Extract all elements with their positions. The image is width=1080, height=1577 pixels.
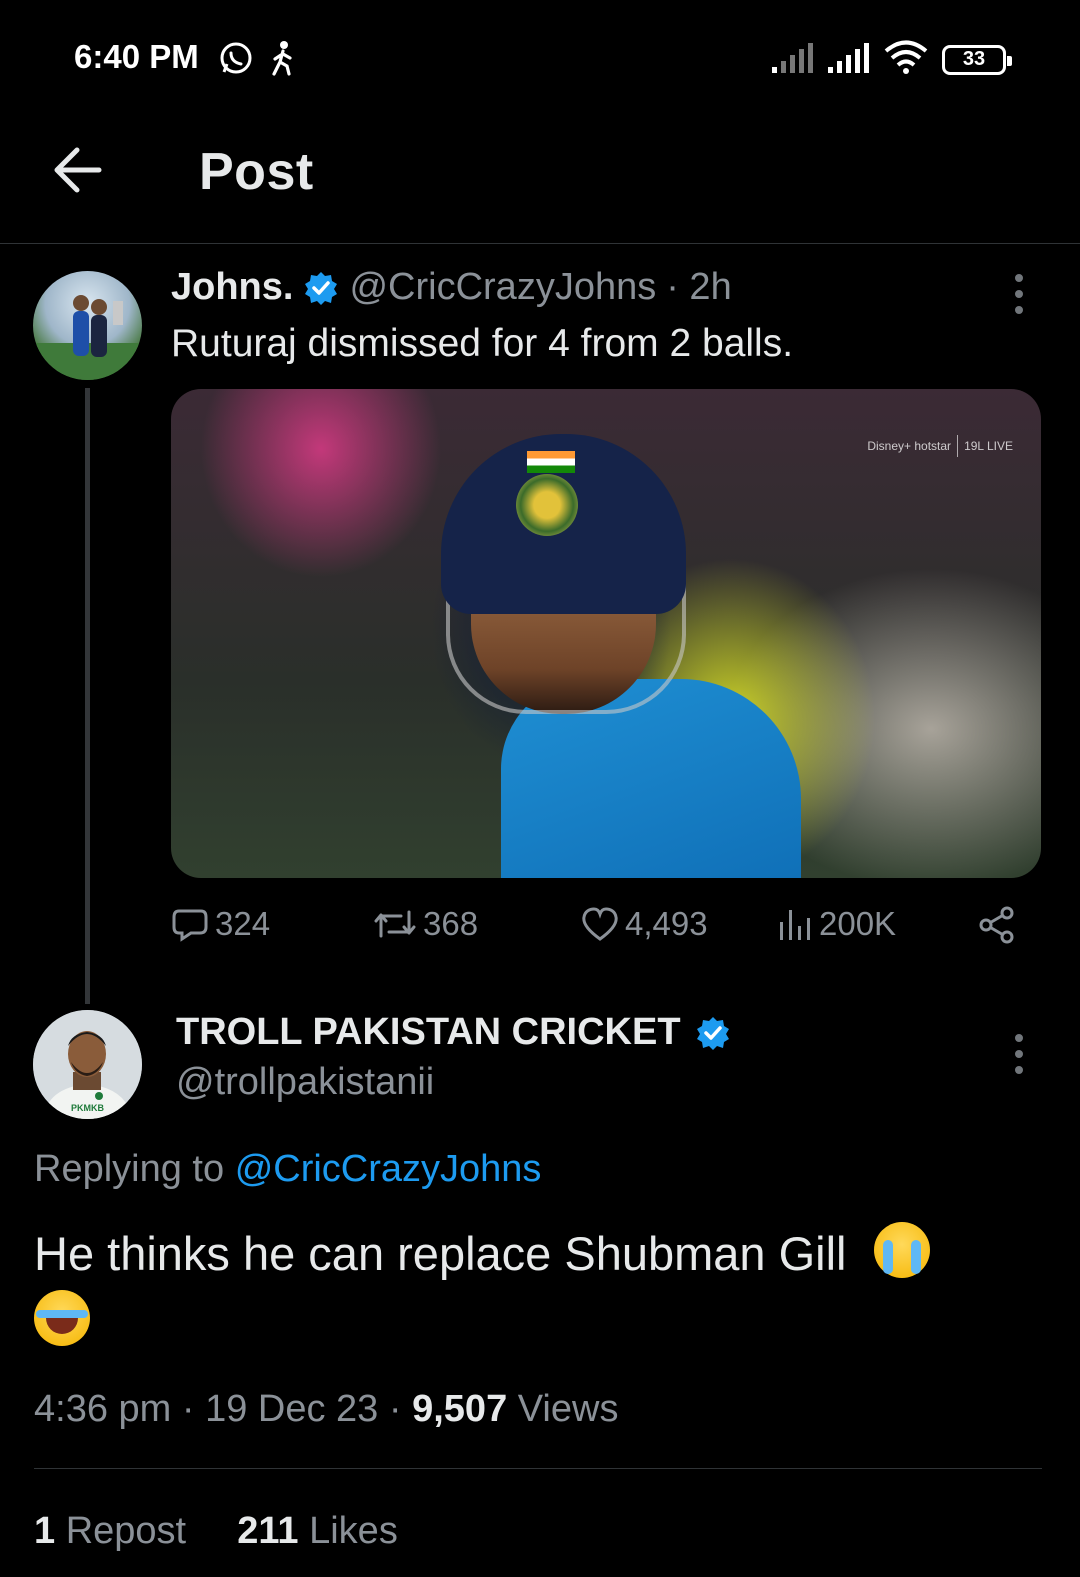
verified-badge-icon (303, 270, 339, 306)
page-title: Post (199, 143, 314, 201)
status-left-icons (218, 40, 296, 81)
post-time: 4:36 pm (34, 1388, 172, 1430)
like-button[interactable]: 4,493 (581, 905, 708, 943)
views-chart-icon (780, 910, 810, 940)
separator-dot: · (388, 1388, 413, 1430)
views-label: Views (517, 1388, 619, 1430)
author-handle: @CricCrazyJohns (349, 266, 657, 308)
tweet-time: · 2h (666, 266, 732, 308)
loudly-crying-face-icon (873, 1222, 930, 1278)
reply-author[interactable]: TROLL PAKISTAN CRICKET (176, 1011, 741, 1054)
more-options-icon[interactable] (1012, 1034, 1026, 1074)
likes-stat[interactable]: 211 Likes (237, 1510, 398, 1552)
like-count: 4,493 (625, 905, 708, 942)
replying-to: Replying to @CricCrazyJohns (34, 1148, 541, 1191)
replying-prefix: Replying to (34, 1148, 225, 1190)
likes-count: 211 (237, 1510, 299, 1552)
back-button[interactable] (50, 142, 106, 198)
signal-icon (828, 41, 870, 78)
avatar[interactable] (33, 271, 142, 380)
bcci-badge-icon (516, 474, 578, 536)
mention-link[interactable]: @CricCrazyJohns (235, 1148, 542, 1190)
avatar-jersey-text: PKMKB (71, 1103, 104, 1113)
separator-dot: · (181, 1388, 206, 1430)
reply-count: 324 (215, 905, 271, 942)
tweet-author[interactable]: Johns. @CricCrazyJohns · 2h (171, 266, 732, 309)
likes-label: Likes (309, 1510, 398, 1552)
reposts-count: 1 (34, 1510, 56, 1552)
whatsapp-icon (218, 40, 254, 81)
walking-icon (270, 40, 296, 81)
views-button[interactable]: 200K (777, 905, 896, 943)
comment-icon (172, 909, 208, 942)
watermark-divider (957, 435, 959, 457)
reposts-label: Repost (65, 1510, 187, 1552)
post-date: 19 Dec 23 (205, 1388, 379, 1430)
thread-line (85, 388, 90, 1004)
reply-text: He thinks he can replace Shubman Gill (34, 1227, 847, 1280)
page-header: Post (0, 120, 1080, 244)
wifi-icon (884, 40, 928, 79)
repost-button[interactable]: 368 (373, 905, 478, 943)
author-name: Johns. (171, 266, 294, 308)
tweet-actions: 324 368 4,493 200K (171, 905, 1031, 955)
tears-of-joy-face-icon (34, 1290, 90, 1346)
tweet-text: Ruturaj dismissed for 4 from 2 balls. (171, 322, 794, 365)
reposts-stat[interactable]: 1 Repost (34, 1510, 197, 1552)
verified-badge-icon (695, 1015, 731, 1051)
views-count: 200K (819, 905, 897, 942)
more-options-icon[interactable] (1012, 274, 1026, 314)
repost-icon (374, 910, 416, 938)
reply-text-block: He thinks he can replace Shubman Gill (34, 1220, 1044, 1356)
views-count: 9,507 (412, 1388, 508, 1430)
tweet-media-image[interactable]: Disney+ hotstar 19L LIVE (171, 389, 1041, 878)
broadcast-watermark: Disney+ hotstar 19L LIVE (867, 435, 1013, 457)
signal-icon (772, 41, 814, 78)
status-bar: 6:40 PM 33 (0, 0, 1080, 120)
author-handle[interactable]: @trollpakistanii (176, 1061, 434, 1104)
divider (34, 1468, 1042, 1469)
status-time: 6:40 PM (74, 38, 199, 75)
india-flag-icon (527, 451, 575, 473)
share-icon (979, 906, 1014, 944)
repost-count: 368 (423, 905, 479, 942)
status-right-icons: 33 (772, 40, 1012, 79)
author-name: TROLL PAKISTAN CRICKET (176, 1011, 681, 1053)
post-meta: 4:36 pm · 19 Dec 23 · 9,507 Views (34, 1388, 618, 1431)
share-button[interactable] (977, 905, 1017, 945)
avatar[interactable]: PKMKB (33, 1010, 142, 1119)
heart-icon (582, 907, 618, 941)
watermark-brand: Disney+ hotstar (867, 439, 952, 453)
watermark-live: 19L LIVE (964, 439, 1013, 453)
battery-icon: 33 (942, 44, 1012, 75)
reply-button[interactable]: 324 (171, 905, 270, 943)
engagement-stats: 1 Repost 211 Likes (34, 1510, 398, 1553)
arrow-left-icon (54, 147, 102, 193)
